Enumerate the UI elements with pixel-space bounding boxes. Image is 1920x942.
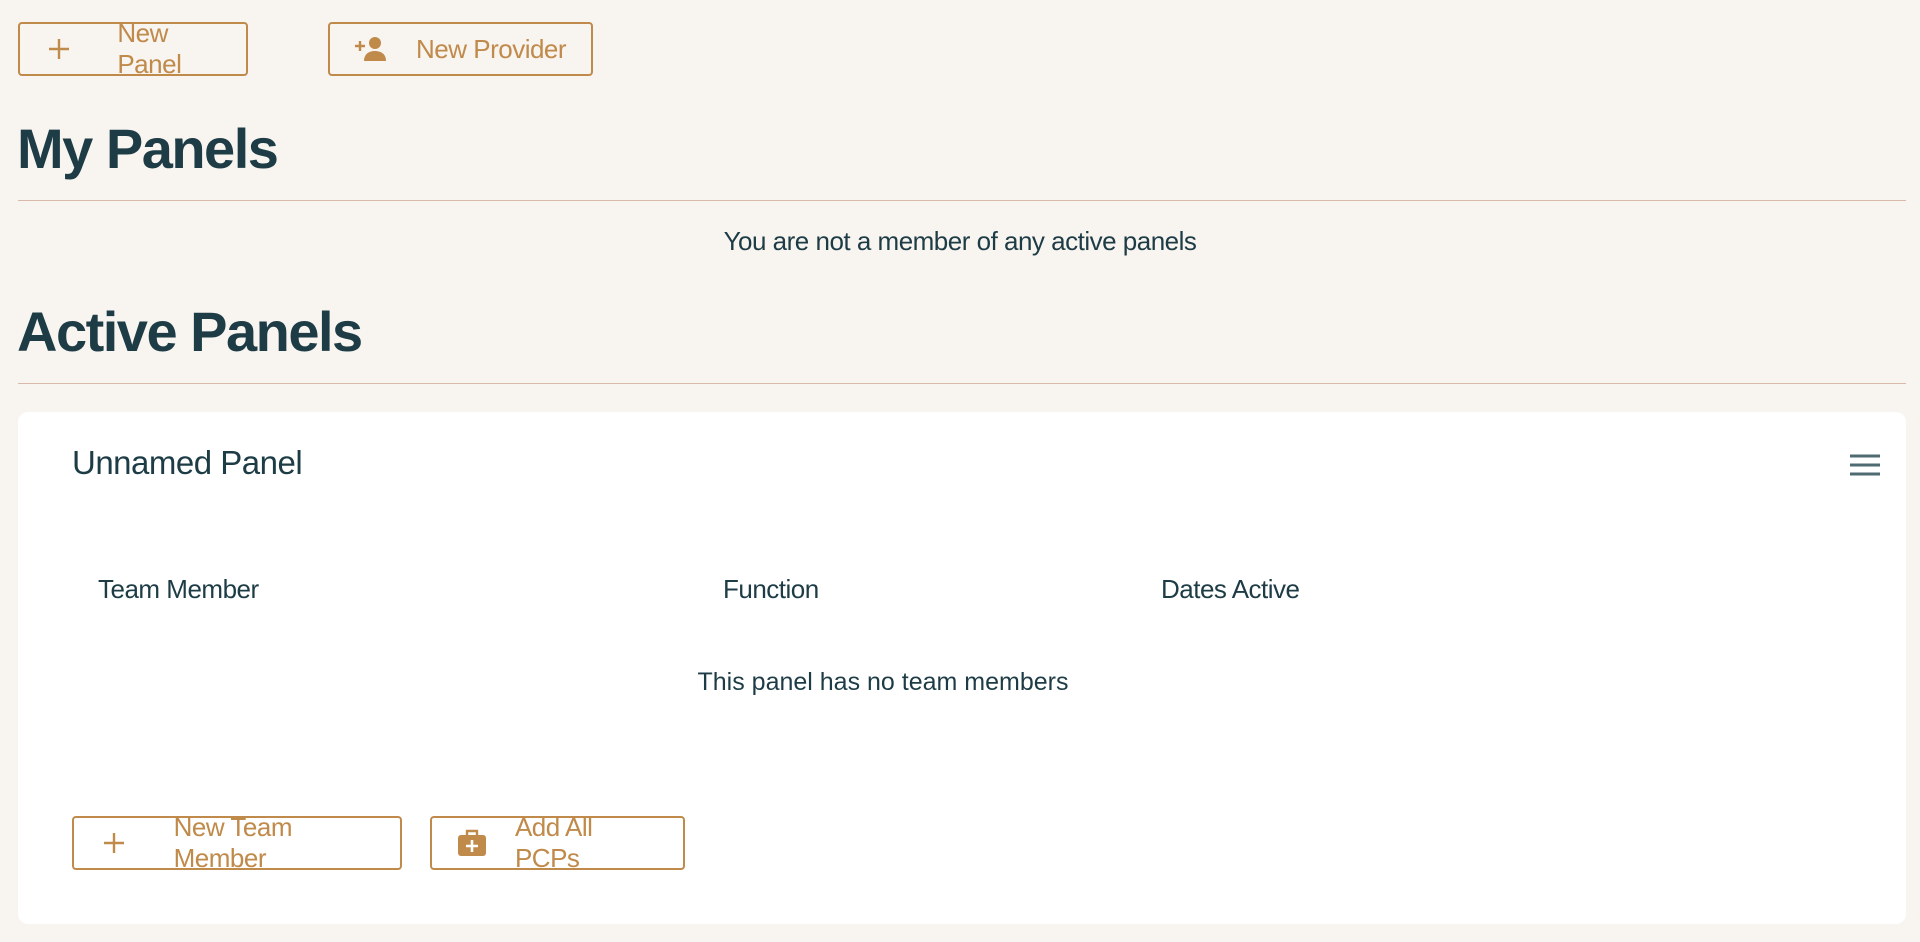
person-add-icon (354, 32, 388, 66)
new-team-member-label: New Team Member (173, 812, 293, 873)
my-panels-heading: My Panels (17, 117, 279, 180)
my-panels-empty-message: You are not a member of any active panel… (723, 226, 1197, 256)
add-all-pcps-label: Add All PCPs (514, 812, 593, 873)
hamburger-menu-icon[interactable] (1848, 452, 1882, 478)
active-panels-heading: Active Panels (17, 300, 363, 363)
new-panel-button[interactable]: New Panel (18, 18, 248, 79)
new-panel-label: New Panel (117, 18, 182, 79)
new-provider-button[interactable]: New Provider (328, 22, 593, 76)
section-divider (18, 383, 1906, 384)
column-header-team-member[interactable]: Team Member (98, 574, 259, 605)
column-header-dates-active[interactable]: Dates Active (1161, 574, 1300, 605)
panel-card: Unnamed Panel Team Member Function Dates… (18, 412, 1906, 924)
page: New Panel New Provider My Panels You are… (0, 0, 1920, 942)
plus-icon (98, 826, 130, 860)
section-divider (18, 200, 1906, 201)
medical-bag-icon (456, 826, 489, 860)
column-header-function[interactable]: Function (723, 574, 819, 605)
panel-title: Unnamed Panel (72, 444, 303, 481)
team-empty-message: This panel has no team members (697, 668, 1069, 696)
new-team-member-button[interactable]: New Team Member (72, 812, 402, 873)
add-all-pcps-button[interactable]: Add All PCPs (430, 812, 685, 873)
new-provider-label: New Provider (416, 33, 567, 64)
plus-icon (44, 32, 73, 66)
